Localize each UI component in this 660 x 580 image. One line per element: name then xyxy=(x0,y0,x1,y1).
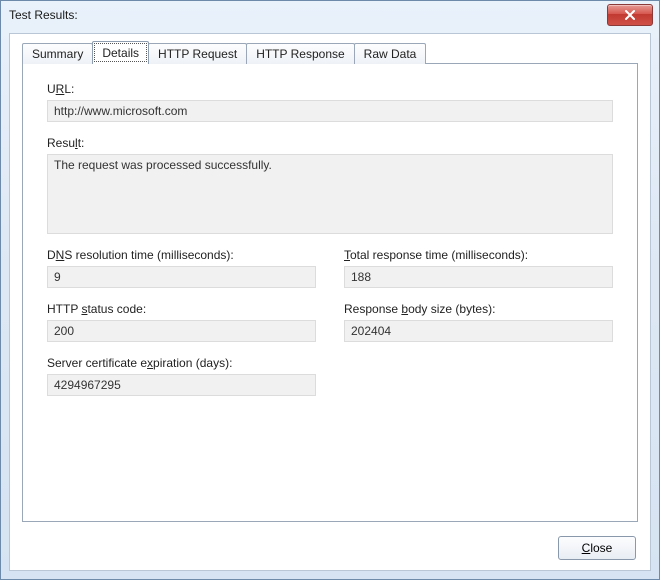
client-area: Summary Details HTTP Request HTTP Respon… xyxy=(9,33,651,571)
tab-http-request[interactable]: HTTP Request xyxy=(148,43,247,64)
dns-section: DNS resolution time (milliseconds): 9 xyxy=(47,248,316,288)
close-button[interactable]: Close xyxy=(558,536,636,560)
total-time-section: Total response time (milliseconds): 188 xyxy=(344,248,613,288)
footer: Close xyxy=(558,536,636,560)
cert-exp-section: Server certificate expiration (days): 42… xyxy=(47,356,316,396)
url-label: URL: xyxy=(47,82,613,96)
empty-cell xyxy=(344,356,613,396)
dns-label: DNS resolution time (milliseconds): xyxy=(47,248,316,262)
tabstrip: Summary Details HTTP Request HTTP Respon… xyxy=(22,42,638,64)
url-section: URL: http://www.microsoft.com xyxy=(47,82,613,122)
window-close-button[interactable] xyxy=(607,4,653,26)
http-status-value: 200 xyxy=(47,320,316,342)
cert-exp-value: 4294967295 xyxy=(47,374,316,396)
total-time-label: Total response time (milliseconds): xyxy=(344,248,613,262)
total-time-value: 188 xyxy=(344,266,613,288)
body-size-label: Response body size (bytes): xyxy=(344,302,613,316)
cert-exp-label: Server certificate expiration (days): xyxy=(47,356,316,370)
window: Test Results: Summary Details HTTP Reque… xyxy=(0,0,660,580)
http-status-section: HTTP status code: 200 xyxy=(47,302,316,342)
result-label: Result: xyxy=(47,136,613,150)
body-size-value: 202404 xyxy=(344,320,613,342)
close-icon xyxy=(624,10,636,20)
tab-details[interactable]: Details xyxy=(92,41,149,64)
body-size-section: Response body size (bytes): 202404 xyxy=(344,302,613,342)
http-status-label: HTTP status code: xyxy=(47,302,316,316)
tabpage-details: URL: http://www.microsoft.com Result: Th… xyxy=(22,63,638,522)
result-section: Result: The request was processed succes… xyxy=(47,136,613,234)
result-value: The request was processed successfully. xyxy=(47,154,613,234)
tab-http-response[interactable]: HTTP Response xyxy=(246,43,354,64)
window-title: Test Results: xyxy=(9,1,607,29)
titlebar: Test Results: xyxy=(1,1,659,29)
tab-raw-data[interactable]: Raw Data xyxy=(354,43,427,64)
tab-summary[interactable]: Summary xyxy=(22,43,93,64)
dns-value: 9 xyxy=(47,266,316,288)
url-value: http://www.microsoft.com xyxy=(47,100,613,122)
metrics-grid: DNS resolution time (milliseconds): 9 To… xyxy=(47,248,613,396)
